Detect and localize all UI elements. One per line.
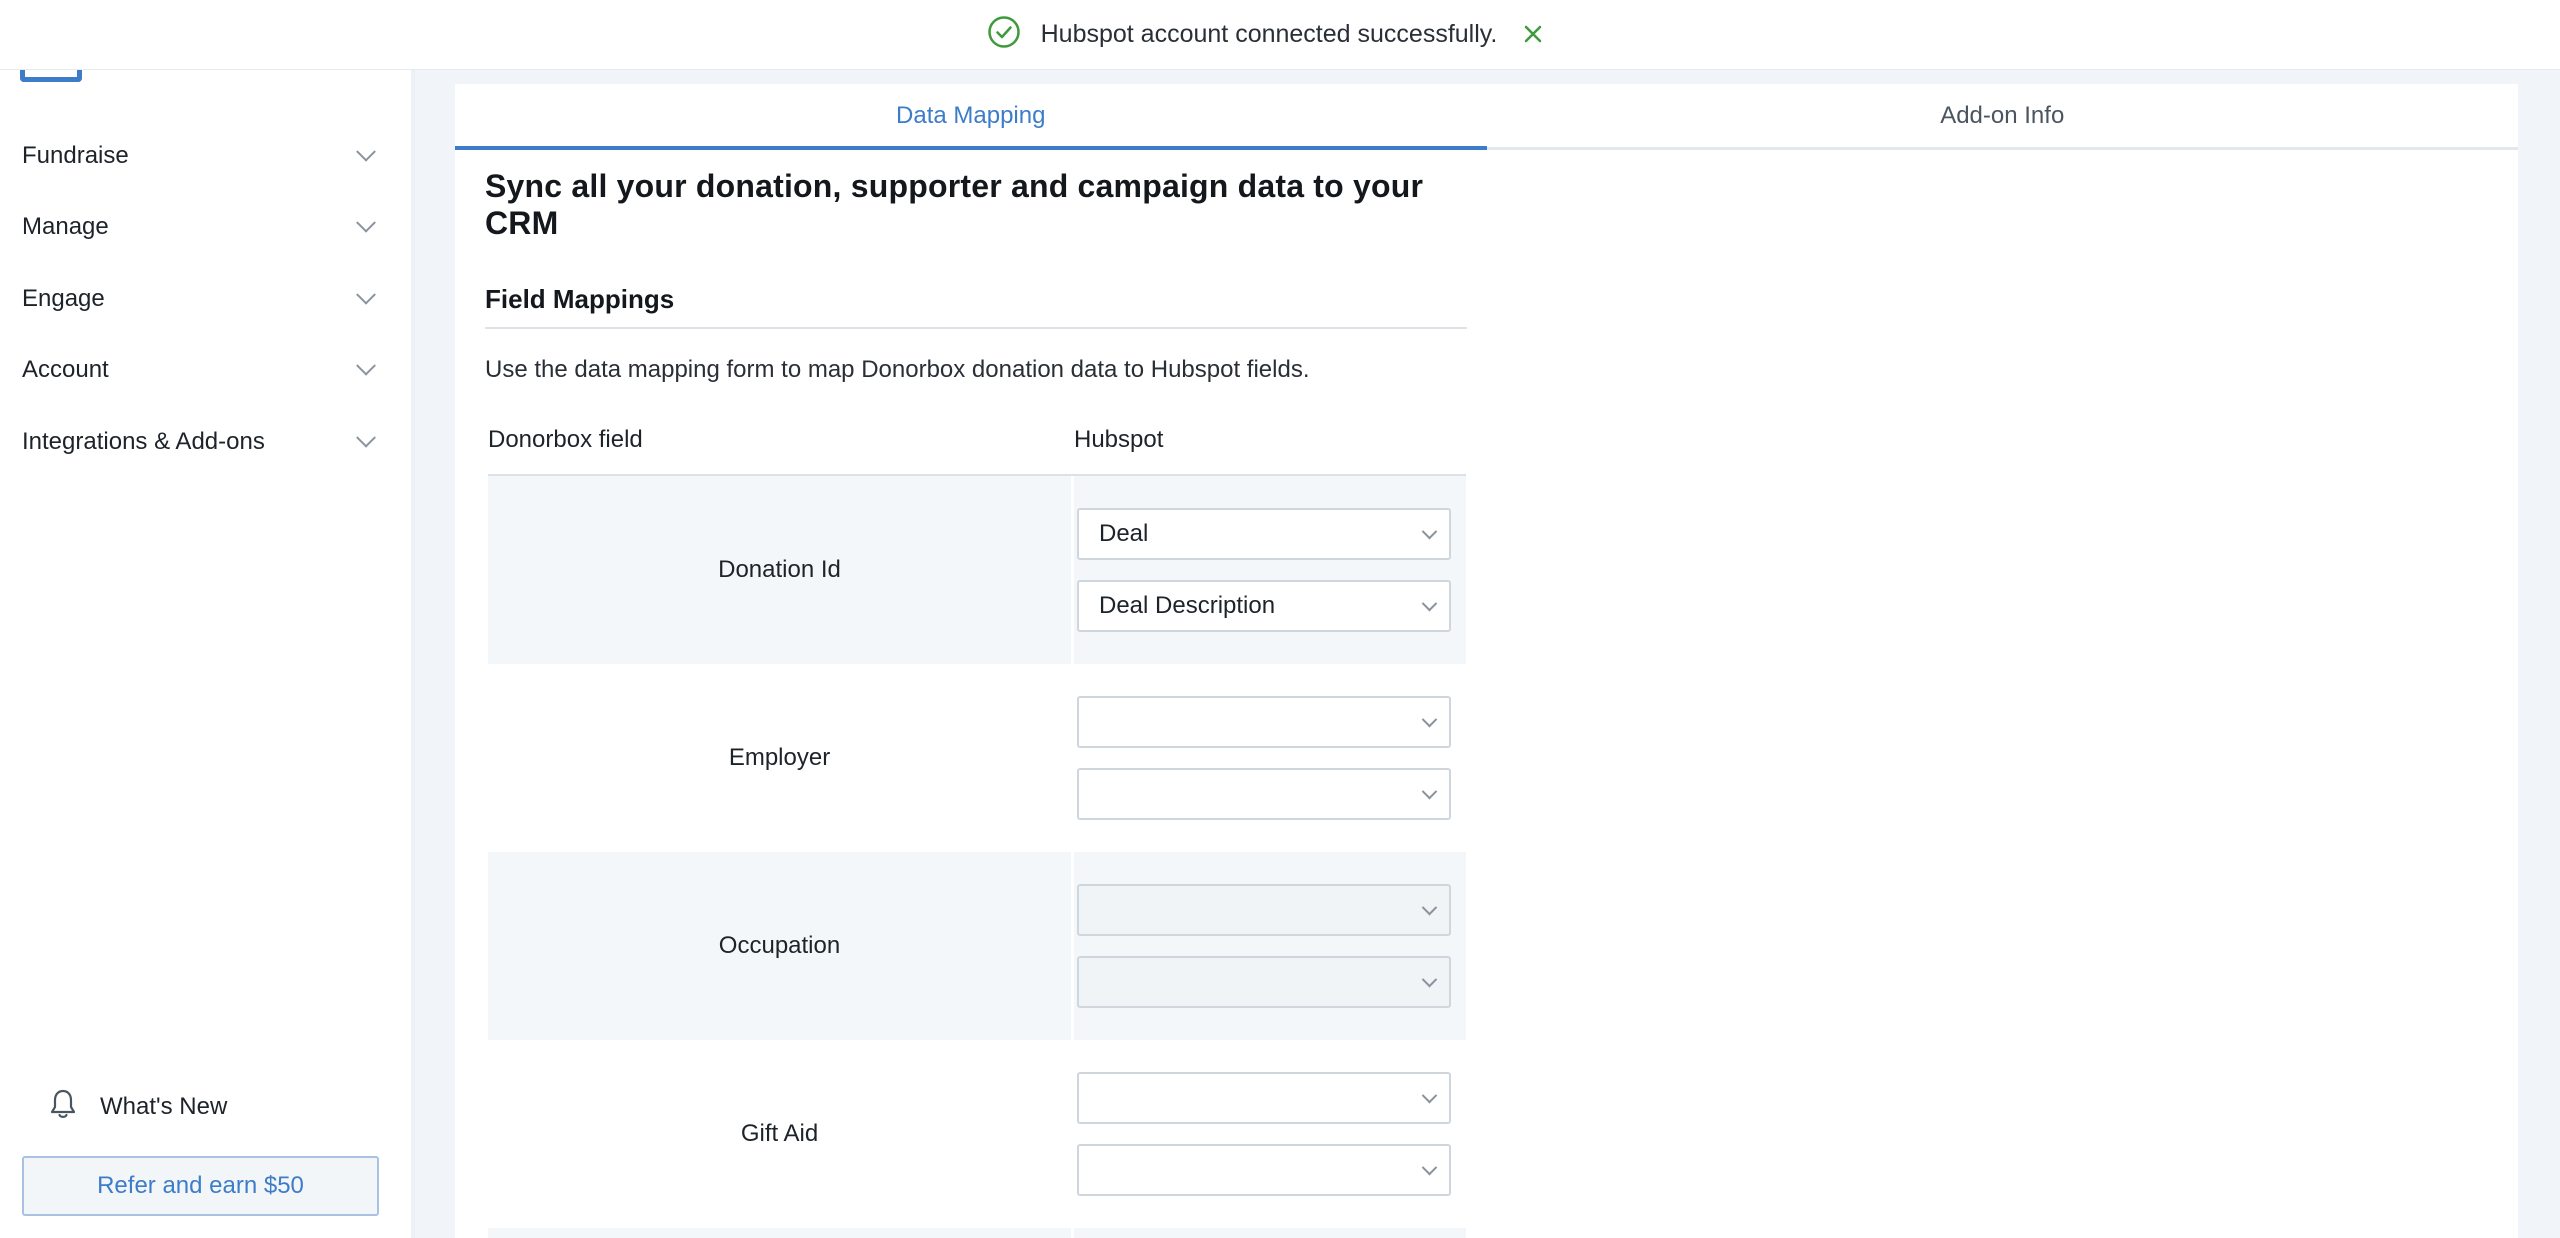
chevron-down-icon (1421, 899, 1438, 915)
table-row (488, 1228, 1466, 1238)
check-circle-icon (987, 15, 1021, 54)
chevron-down-icon (1421, 971, 1438, 987)
donorbox-field-label: Employer (728, 744, 831, 771)
main-area: Data Mapping Add-on Info Sync all your d… (415, 70, 2560, 1238)
tab-bar: Data Mapping Add-on Info (455, 84, 2518, 150)
chevron-down-icon (1421, 711, 1438, 727)
table-row: Employer (488, 664, 1466, 852)
donorbox-field-label: Donation Id (488, 476, 1071, 664)
table-header: Donorbox field Hubspot (488, 420, 1466, 476)
success-toast: Hubspot account connected successfully. (0, 0, 2560, 70)
sidebar-nav: Fundraise Manage Engage Account Integrat… (0, 120, 411, 478)
chevron-down-icon (1421, 523, 1438, 539)
sidebar-item-integrations[interactable]: Integrations & Add-ons (0, 406, 411, 478)
sidebar-item-label: Fundraise (22, 141, 129, 169)
hubspot-property-select[interactable] (1077, 1144, 1451, 1196)
chevron-down-icon (356, 356, 376, 376)
hubspot-object-select[interactable] (1077, 696, 1451, 748)
hubspot-property-select[interactable]: Deal Description (1077, 580, 1451, 632)
toast-content: Hubspot account connected successfully. (987, 15, 1544, 54)
select-value: Deal (1099, 520, 1149, 547)
hubspot-mapping-cell: Deal Deal Description (1074, 476, 1466, 664)
table-row: Occupation (488, 852, 1466, 1040)
column-header-donorbox: Donorbox field (488, 426, 643, 453)
toast-message: Hubspot account connected successfully. (1040, 20, 1498, 48)
chevron-down-icon (1421, 595, 1438, 611)
donorbox-field-label: Gift Aid (740, 1120, 819, 1147)
sidebar-item-label: Integrations & Add-ons (22, 427, 265, 455)
chevron-down-icon (1421, 1087, 1438, 1103)
hubspot-property-select[interactable] (1077, 768, 1451, 820)
sidebar-item-label: Manage (22, 213, 109, 241)
table-row: Gift Aid (488, 1040, 1466, 1228)
select-value: Deal Description (1099, 592, 1276, 619)
donorbox-field-label: Occupation (488, 852, 1071, 1040)
tab-data-mapping[interactable]: Data Mapping (455, 84, 1487, 150)
sidebar-item-label: Engage (22, 284, 105, 312)
section-title: Field Mappings (485, 284, 1467, 329)
sidebar-item-label: Account (22, 356, 109, 384)
chevron-down-icon (1421, 1159, 1438, 1175)
sidebar: Fundraise Manage Engage Account Integrat… (0, 0, 415, 1238)
sidebar-item-fundraise[interactable]: Fundraise (0, 120, 411, 192)
chevron-down-icon (356, 213, 376, 233)
bell-icon (48, 1088, 78, 1125)
chevron-down-icon (356, 141, 376, 162)
sidebar-item-engage[interactable]: Engage (0, 263, 411, 335)
column-header-hubspot: Hubspot (1074, 426, 1164, 453)
hubspot-mapping-cell (1074, 1040, 1466, 1228)
chevron-down-icon (356, 284, 376, 305)
integration-card: Data Mapping Add-on Info Sync all your d… (455, 84, 2518, 1238)
donorbox-field-cell (488, 1228, 1071, 1238)
hubspot-property-select[interactable] (1077, 956, 1451, 1008)
section-description: Use the data mapping form to map Donorbo… (485, 356, 1310, 383)
chevron-down-icon (1421, 783, 1438, 799)
chevron-down-icon (356, 427, 376, 448)
close-icon[interactable] (1523, 20, 1543, 50)
hubspot-mapping-cell (1074, 852, 1466, 1040)
field-mapping-table: Donorbox field Hubspot Donation Id Deal … (488, 420, 1466, 1238)
sidebar-item-account[interactable]: Account (0, 335, 411, 407)
whats-new-link[interactable]: What's New (48, 1088, 227, 1125)
page-title: Sync all your donation, supporter and ca… (485, 168, 1424, 241)
table-row: Donation Id Deal Deal Description (488, 476, 1466, 664)
hubspot-mapping-cell (1074, 1228, 1466, 1238)
hubspot-object-select[interactable]: Deal (1077, 508, 1451, 560)
hubspot-object-select[interactable] (1077, 884, 1451, 936)
whats-new-label: What's New (100, 1092, 228, 1120)
data-mapping-panel: Sync all your donation, supporter and ca… (485, 168, 1495, 1238)
hubspot-mapping-cell (1074, 664, 1466, 852)
sidebar-item-manage[interactable]: Manage (0, 192, 411, 264)
hubspot-object-select[interactable] (1077, 1072, 1451, 1124)
tab-add-on-info[interactable]: Add-on Info (1487, 84, 2519, 147)
refer-and-earn-button[interactable]: Refer and earn $50 (22, 1156, 379, 1216)
